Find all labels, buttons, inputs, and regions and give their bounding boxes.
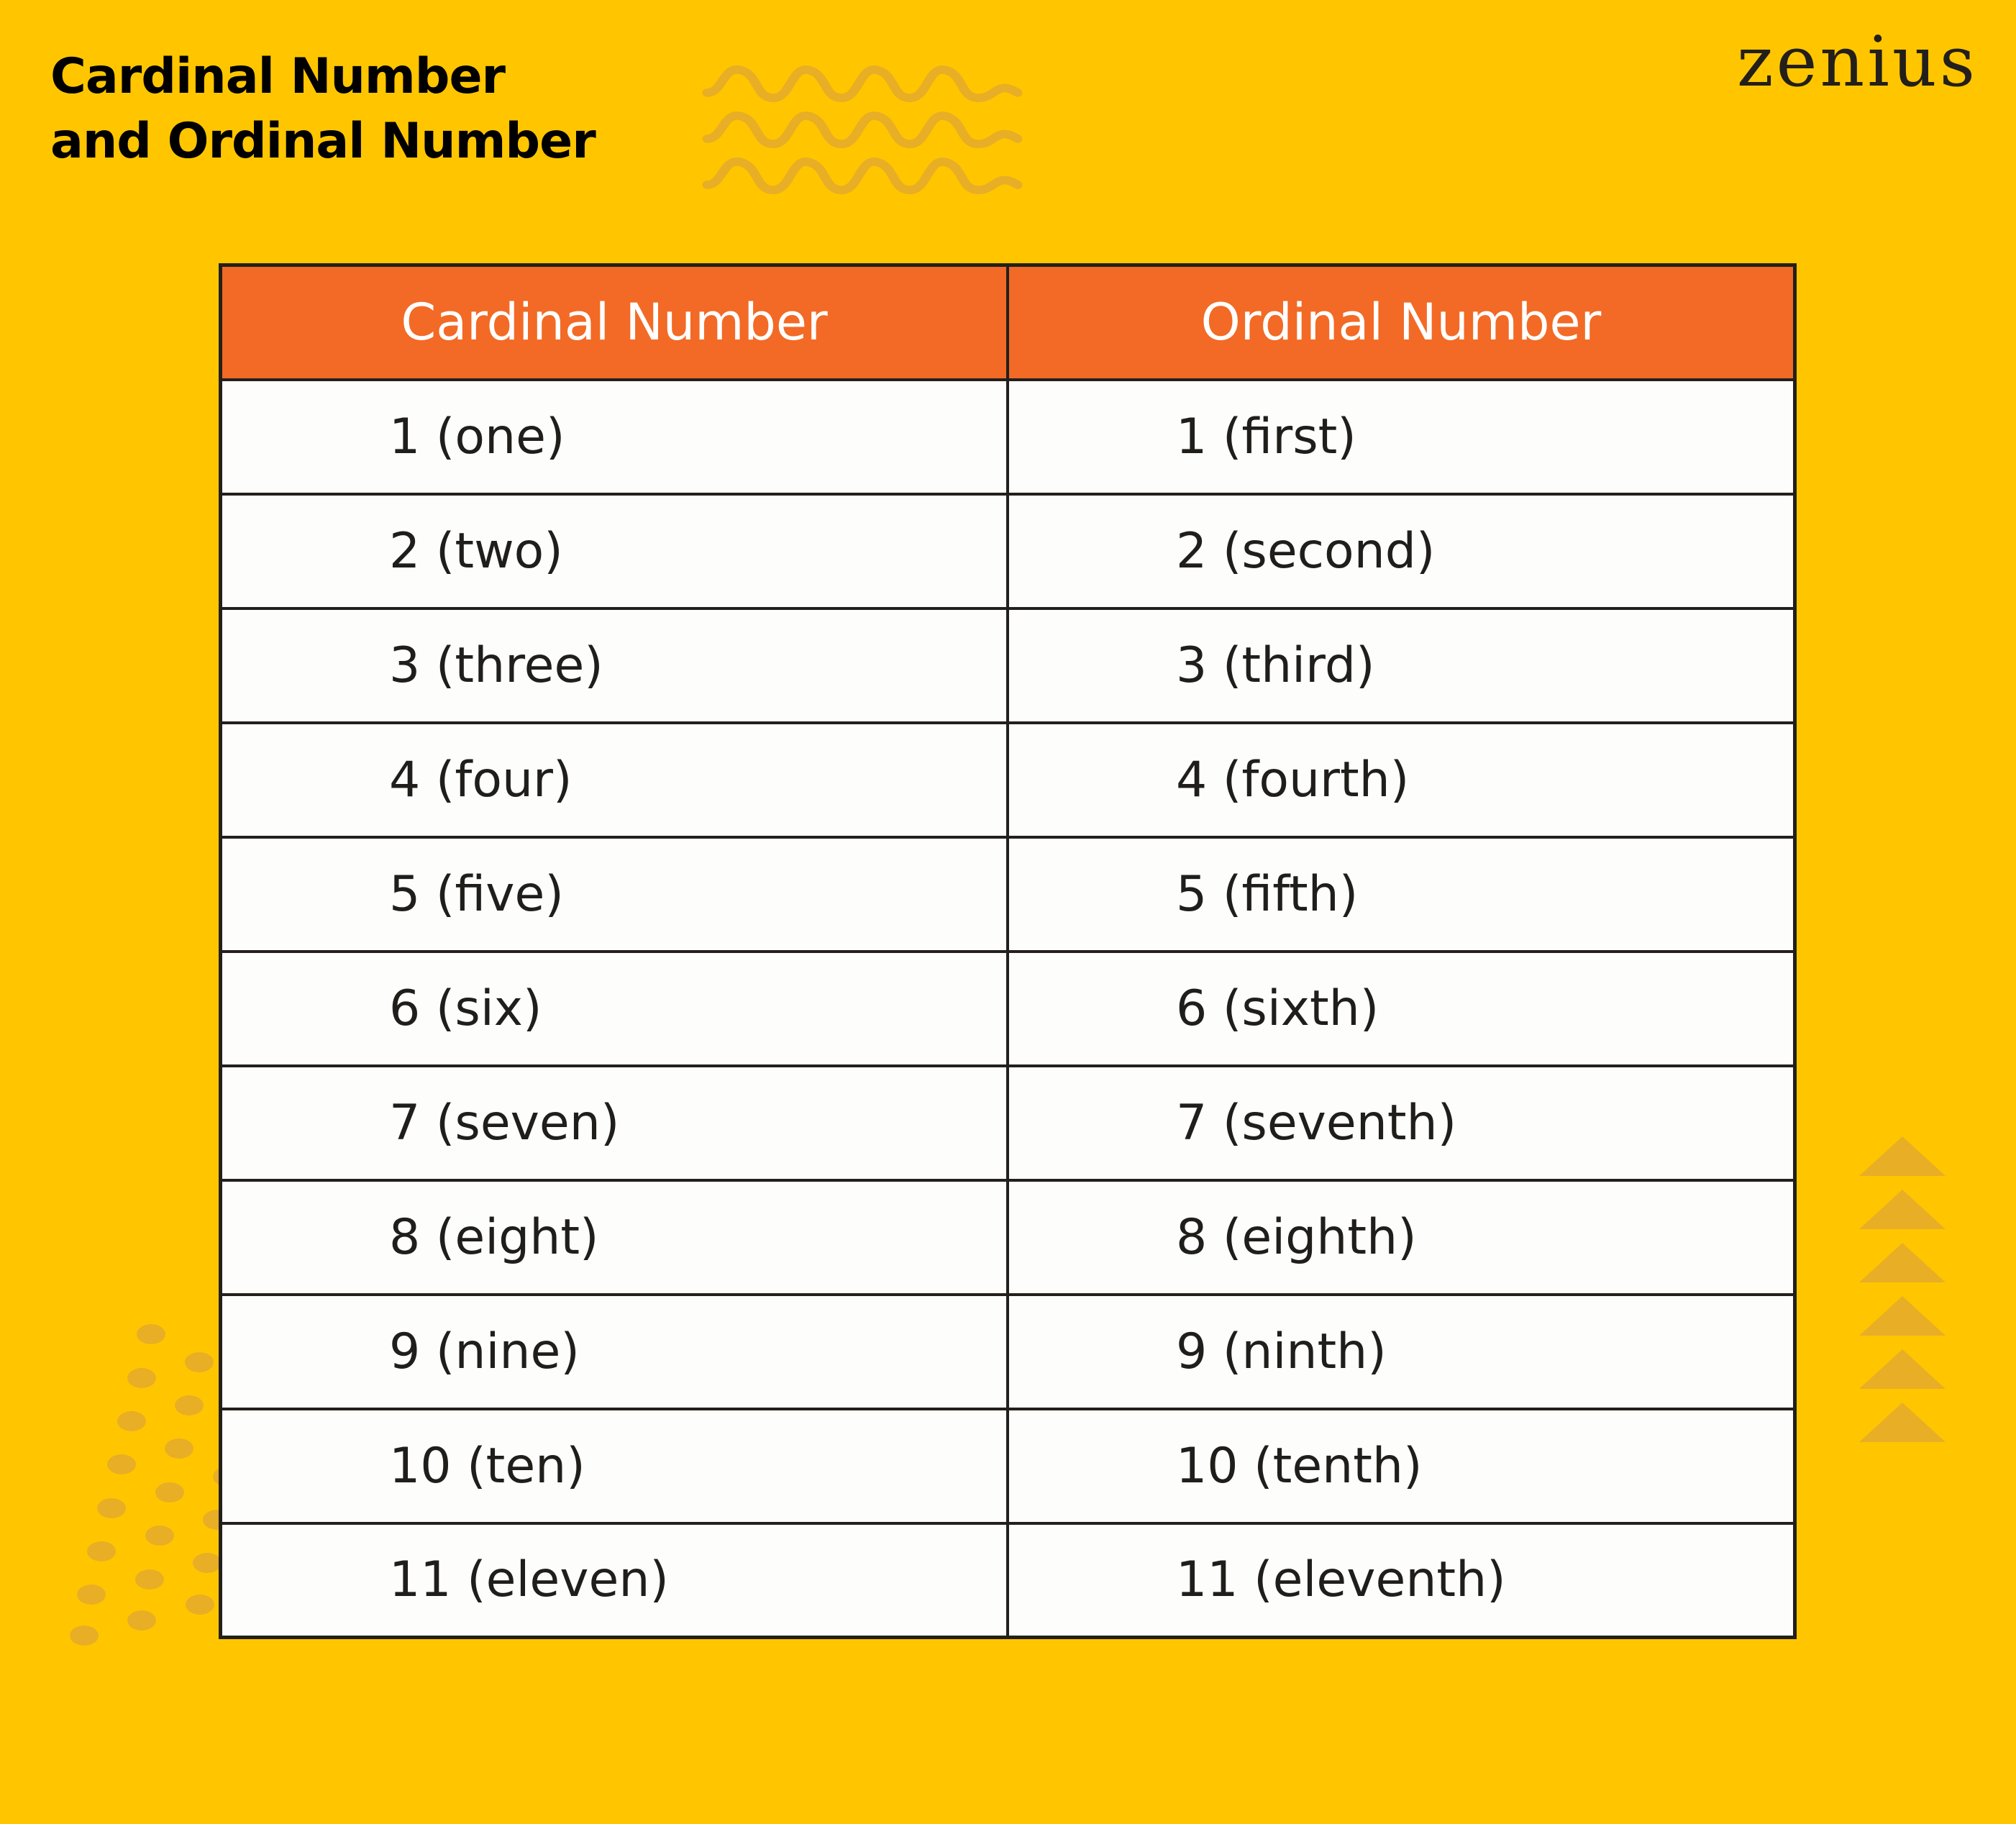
ordinal-cell: 4 (fourth) bbox=[1006, 721, 1797, 839]
table-row: 2 (two) 2 (second) bbox=[219, 492, 1797, 610]
header-cardinal: Cardinal Number bbox=[219, 263, 1009, 381]
ordinal-cell: 6 (sixth) bbox=[1006, 949, 1797, 1067]
cardinal-cell: 2 (two) bbox=[219, 492, 1009, 610]
table-row: 10 (ten) 10 (tenth) bbox=[219, 1407, 1797, 1525]
ordinal-cell: 11 (eleventh) bbox=[1006, 1521, 1797, 1639]
number-table: Cardinal Number Ordinal Number 1 (one) 1 … bbox=[219, 263, 1797, 1639]
ordinal-cell: 10 (tenth) bbox=[1006, 1407, 1797, 1525]
cardinal-cell: 4 (four) bbox=[219, 721, 1009, 839]
ordinal-cell: 7 (seventh) bbox=[1006, 1064, 1797, 1182]
table-row: 7 (seven) 7 (seventh) bbox=[219, 1064, 1797, 1182]
table-header-row: Cardinal Number Ordinal Number bbox=[219, 263, 1797, 381]
wave-decoration-icon bbox=[702, 65, 1023, 195]
table-row: 4 (four) 4 (fourth) bbox=[219, 721, 1797, 839]
triangle-decoration-icon bbox=[1859, 1136, 1946, 1442]
ordinal-cell: 2 (second) bbox=[1006, 492, 1797, 610]
ordinal-cell: 9 (ninth) bbox=[1006, 1292, 1797, 1410]
cardinal-cell: 6 (six) bbox=[219, 949, 1009, 1067]
title-line-2: and Ordinal Number bbox=[50, 113, 596, 170]
cardinal-cell: 8 (eight) bbox=[219, 1178, 1009, 1296]
ordinal-cell: 8 (eighth) bbox=[1006, 1178, 1797, 1296]
table-row: 8 (eight) 8 (eighth) bbox=[219, 1178, 1797, 1296]
cardinal-cell: 7 (seven) bbox=[219, 1064, 1009, 1182]
ordinal-cell: 1 (first) bbox=[1006, 378, 1797, 496]
table-row: 3 (three) 3 (third) bbox=[219, 606, 1797, 724]
cardinal-cell: 1 (one) bbox=[219, 378, 1009, 496]
table-row: 6 (six) 6 (sixth) bbox=[219, 949, 1797, 1067]
cardinal-cell: 10 (ten) bbox=[219, 1407, 1009, 1525]
header-ordinal: Ordinal Number bbox=[1006, 263, 1797, 381]
cardinal-cell: 5 (five) bbox=[219, 835, 1009, 953]
table-row: 5 (five) 5 (fifth) bbox=[219, 835, 1797, 953]
table-row: 11 (eleven) 11 (eleventh) bbox=[219, 1521, 1797, 1639]
zenius-logo: zenius bbox=[1737, 22, 1979, 102]
table-row: 1 (one) 1 (first) bbox=[219, 378, 1797, 496]
cardinal-cell: 11 (eleven) bbox=[219, 1521, 1009, 1639]
ordinal-cell: 5 (fifth) bbox=[1006, 835, 1797, 953]
cardinal-cell: 9 (nine) bbox=[219, 1292, 1009, 1410]
title-line-1: Cardinal Number bbox=[50, 48, 506, 105]
cardinal-cell: 3 (three) bbox=[219, 606, 1009, 724]
ordinal-cell: 3 (third) bbox=[1006, 606, 1797, 724]
table-row: 9 (nine) 9 (ninth) bbox=[219, 1292, 1797, 1410]
page-title: Cardinal Number and Ordinal Number bbox=[50, 45, 596, 174]
